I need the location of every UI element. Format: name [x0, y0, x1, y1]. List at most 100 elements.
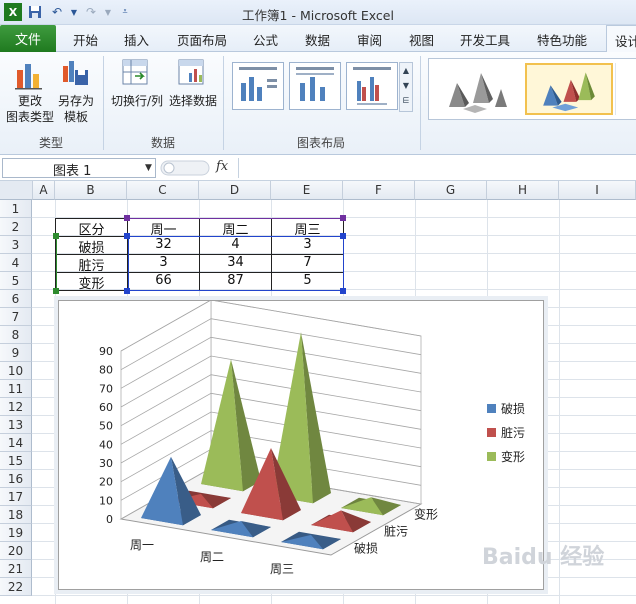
chart-layout-1[interactable] [232, 62, 284, 110]
select-data-icon[interactable] [177, 58, 207, 88]
cell-b5[interactable]: 变形 [56, 273, 127, 292]
insert-function-button[interactable]: fx [216, 159, 228, 174]
save-as-template-icon[interactable] [60, 58, 90, 88]
column-header-g[interactable]: G [415, 181, 487, 200]
tab-home[interactable]: 开始 [73, 30, 98, 49]
depth-axis-label: 破损 [354, 541, 378, 556]
select-data-button[interactable]: 选择数据 [166, 93, 220, 109]
tab-data[interactable]: 数据 [305, 30, 330, 49]
formula-bar-resize-handle[interactable] [160, 160, 210, 176]
column-header-h[interactable]: H [487, 181, 559, 200]
tab-review[interactable]: 审阅 [357, 30, 382, 49]
legend-swatch [487, 452, 496, 461]
chart-style-partial[interactable] [615, 63, 635, 115]
cell-b4[interactable]: 脏污 [56, 255, 127, 274]
range-handle[interactable] [124, 233, 130, 239]
row-header-15[interactable]: 15 [0, 452, 32, 470]
category-range-highlight [56, 236, 57, 291]
column-header-a[interactable]: A [33, 181, 55, 200]
row-header-16[interactable]: 16 [0, 470, 32, 488]
save-as-template-button[interactable]: 另存为 模板 [54, 93, 98, 125]
range-handle[interactable] [124, 215, 130, 221]
tab-developer[interactable]: 开发工具 [460, 30, 510, 49]
row-header-8[interactable]: 8 [0, 326, 32, 344]
range-handle[interactable] [340, 215, 346, 221]
change-chart-type-icon[interactable] [14, 60, 44, 90]
name-box[interactable]: 图表 1 [2, 158, 156, 179]
group-label-chart-layout: 图表布局 [296, 136, 345, 150]
name-box-dropdown-icon[interactable]: ▼ [145, 163, 152, 173]
column-header-e[interactable]: E [271, 181, 343, 200]
y-tick-label: 40 [99, 438, 113, 451]
tab-formulas[interactable]: 公式 [253, 30, 278, 49]
row-header-22[interactable]: 22 [0, 578, 32, 596]
row-header-4[interactable]: 4 [0, 254, 32, 272]
y-tick-label: 30 [99, 457, 113, 470]
range-handle[interactable] [124, 288, 130, 294]
row-header-11[interactable]: 11 [0, 380, 32, 398]
row-header-10[interactable]: 10 [0, 362, 32, 380]
row-header-2[interactable]: 2 [0, 218, 32, 236]
change-chart-type-button[interactable]: 更改 图表类型 [6, 93, 54, 125]
legend-swatch [487, 428, 496, 437]
row-header-20[interactable]: 20 [0, 542, 32, 560]
chart-style-gray[interactable] [435, 63, 523, 115]
y-tick-label: 60 [99, 401, 113, 414]
row-header-9[interactable]: 9 [0, 344, 32, 362]
row-header-17[interactable]: 17 [0, 488, 32, 506]
chart-layout-2[interactable] [289, 62, 341, 110]
row-header-19[interactable]: 19 [0, 524, 32, 542]
column-header-f[interactable]: F [343, 181, 415, 200]
tab-design[interactable]: 设计 [606, 25, 636, 53]
cell-b2[interactable]: 区分 [56, 219, 127, 238]
y-tick-label: 80 [99, 364, 113, 377]
window-title: 工作簿1 - Microsoft Excel [242, 8, 394, 23]
row-header-13[interactable]: 13 [0, 416, 32, 434]
cell-b3[interactable]: 破损 [56, 237, 127, 256]
range-handle[interactable] [340, 288, 346, 294]
category-label: 周三 [270, 562, 294, 576]
row-header-6[interactable]: 6 [0, 290, 32, 308]
chart-style-color-selected[interactable] [525, 63, 613, 115]
group-divider [223, 56, 224, 150]
row-header-5[interactable]: 5 [0, 272, 32, 290]
group-label-data: 数据 [150, 136, 175, 150]
row-header-1[interactable]: 1 [0, 200, 32, 218]
y-tick-label: 90 [99, 345, 113, 358]
row-header-3[interactable]: 3 [0, 236, 32, 254]
tab-page-layout[interactable]: 页面布局 [177, 30, 227, 49]
switch-row-column-button[interactable]: 切换行/列 [108, 93, 166, 109]
group-divider [420, 56, 421, 150]
category-label: 周二 [200, 550, 224, 564]
row-header-12[interactable]: 12 [0, 398, 32, 416]
row-header-7[interactable]: 7 [0, 308, 32, 326]
column-header-d[interactable]: D [199, 181, 271, 200]
row-header-21[interactable]: 21 [0, 560, 32, 578]
tab-view[interactable]: 视图 [409, 30, 434, 49]
depth-axis-label: 变形 [414, 507, 438, 522]
cell-c2[interactable]: 周一 [128, 219, 199, 238]
tab-insert[interactable]: 插入 [124, 30, 149, 49]
column-header-c[interactable]: C [127, 181, 199, 200]
row-header-18[interactable]: 18 [0, 506, 32, 524]
cell-e2[interactable]: 周三 [272, 219, 343, 238]
layout-gallery-scroll[interactable]: ▲ ▼ ⋿ [399, 62, 413, 112]
y-tick-label: 0 [106, 513, 113, 526]
pyramid-chart[interactable]: 0 10 20 30 40 50 60 70 80 90 周一 周二 周三 破损 脏污 变形 破损 脏污 变形 [58, 299, 544, 590]
range-handle[interactable] [53, 288, 59, 294]
column-header-b[interactable]: B [55, 181, 127, 200]
column-header-i[interactable]: I [559, 181, 636, 200]
cell-d2[interactable]: 周二 [200, 219, 271, 238]
tab-special[interactable]: 特色功能 [537, 30, 587, 49]
range-handle[interactable] [340, 233, 346, 239]
switch-row-column-icon[interactable] [121, 58, 151, 88]
ribbon-tab-bar: 文件 开始 插入 页面布局 公式 数据 审阅 视图 开发工具 特色功能 设计 [0, 25, 636, 53]
select-all-corner[interactable] [0, 181, 33, 200]
formula-input[interactable] [238, 158, 636, 178]
tab-file[interactable]: 文件 [0, 25, 56, 52]
legend-label: 破损 [501, 401, 525, 416]
range-handle[interactable] [53, 233, 59, 239]
chart-layout-3[interactable] [346, 62, 398, 110]
row-header-14[interactable]: 14 [0, 434, 32, 452]
y-tick-label: 70 [99, 382, 113, 395]
